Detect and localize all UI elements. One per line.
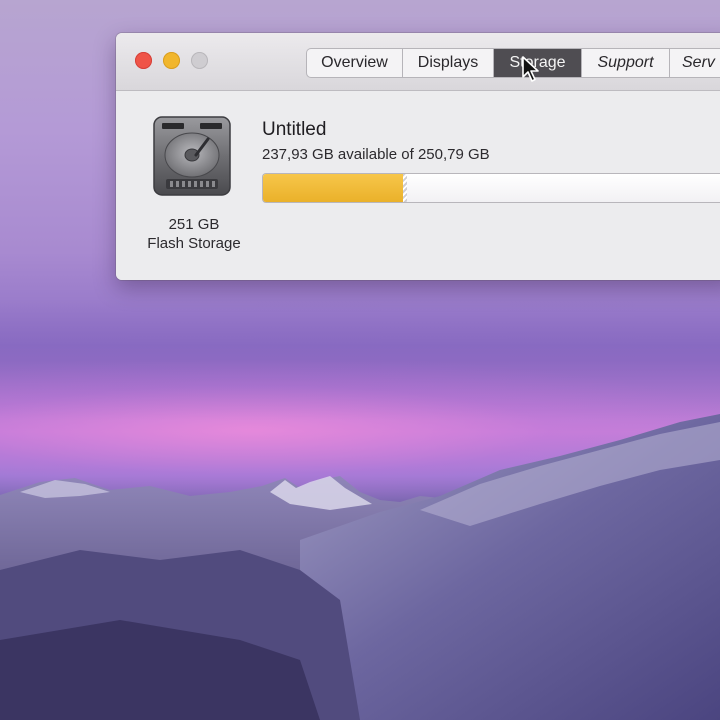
storage-used-segment: [263, 174, 403, 202]
hard-drive-icon: [153, 116, 231, 196]
wallpaper-mountains: [0, 414, 720, 720]
title-bar[interactable]: Overview Displays Storage Support Serv: [116, 33, 720, 91]
disk-size-label: 251 GB: [168, 216, 220, 233]
volume-name: Untitled: [262, 119, 327, 140]
disk-description: 251 GB Flash Storage: [134, 215, 254, 253]
tab-support[interactable]: Support: [582, 49, 670, 77]
zoom-button: [191, 52, 208, 69]
pointer-cursor-icon: [522, 56, 539, 82]
tab-service[interactable]: Serv: [670, 49, 720, 77]
storage-usage-bar: [262, 173, 720, 203]
storage-other-segment: [403, 174, 407, 202]
tab-overview[interactable]: Overview: [307, 49, 403, 77]
storage-panel: 251 GB Flash Storage Untitled 237,93 GB …: [116, 91, 720, 280]
about-this-mac-window: Overview Displays Storage Support Serv 2…: [116, 33, 720, 280]
tab-displays[interactable]: Displays: [403, 49, 494, 77]
minimize-button[interactable]: [163, 52, 180, 69]
close-button[interactable]: [135, 52, 152, 69]
volume-availability: 237,93 GB available of 250,79 GB: [262, 146, 490, 163]
disk-type-label: Flash Storage: [147, 235, 241, 252]
tab-bar: Overview Displays Storage Support Serv: [306, 48, 720, 78]
